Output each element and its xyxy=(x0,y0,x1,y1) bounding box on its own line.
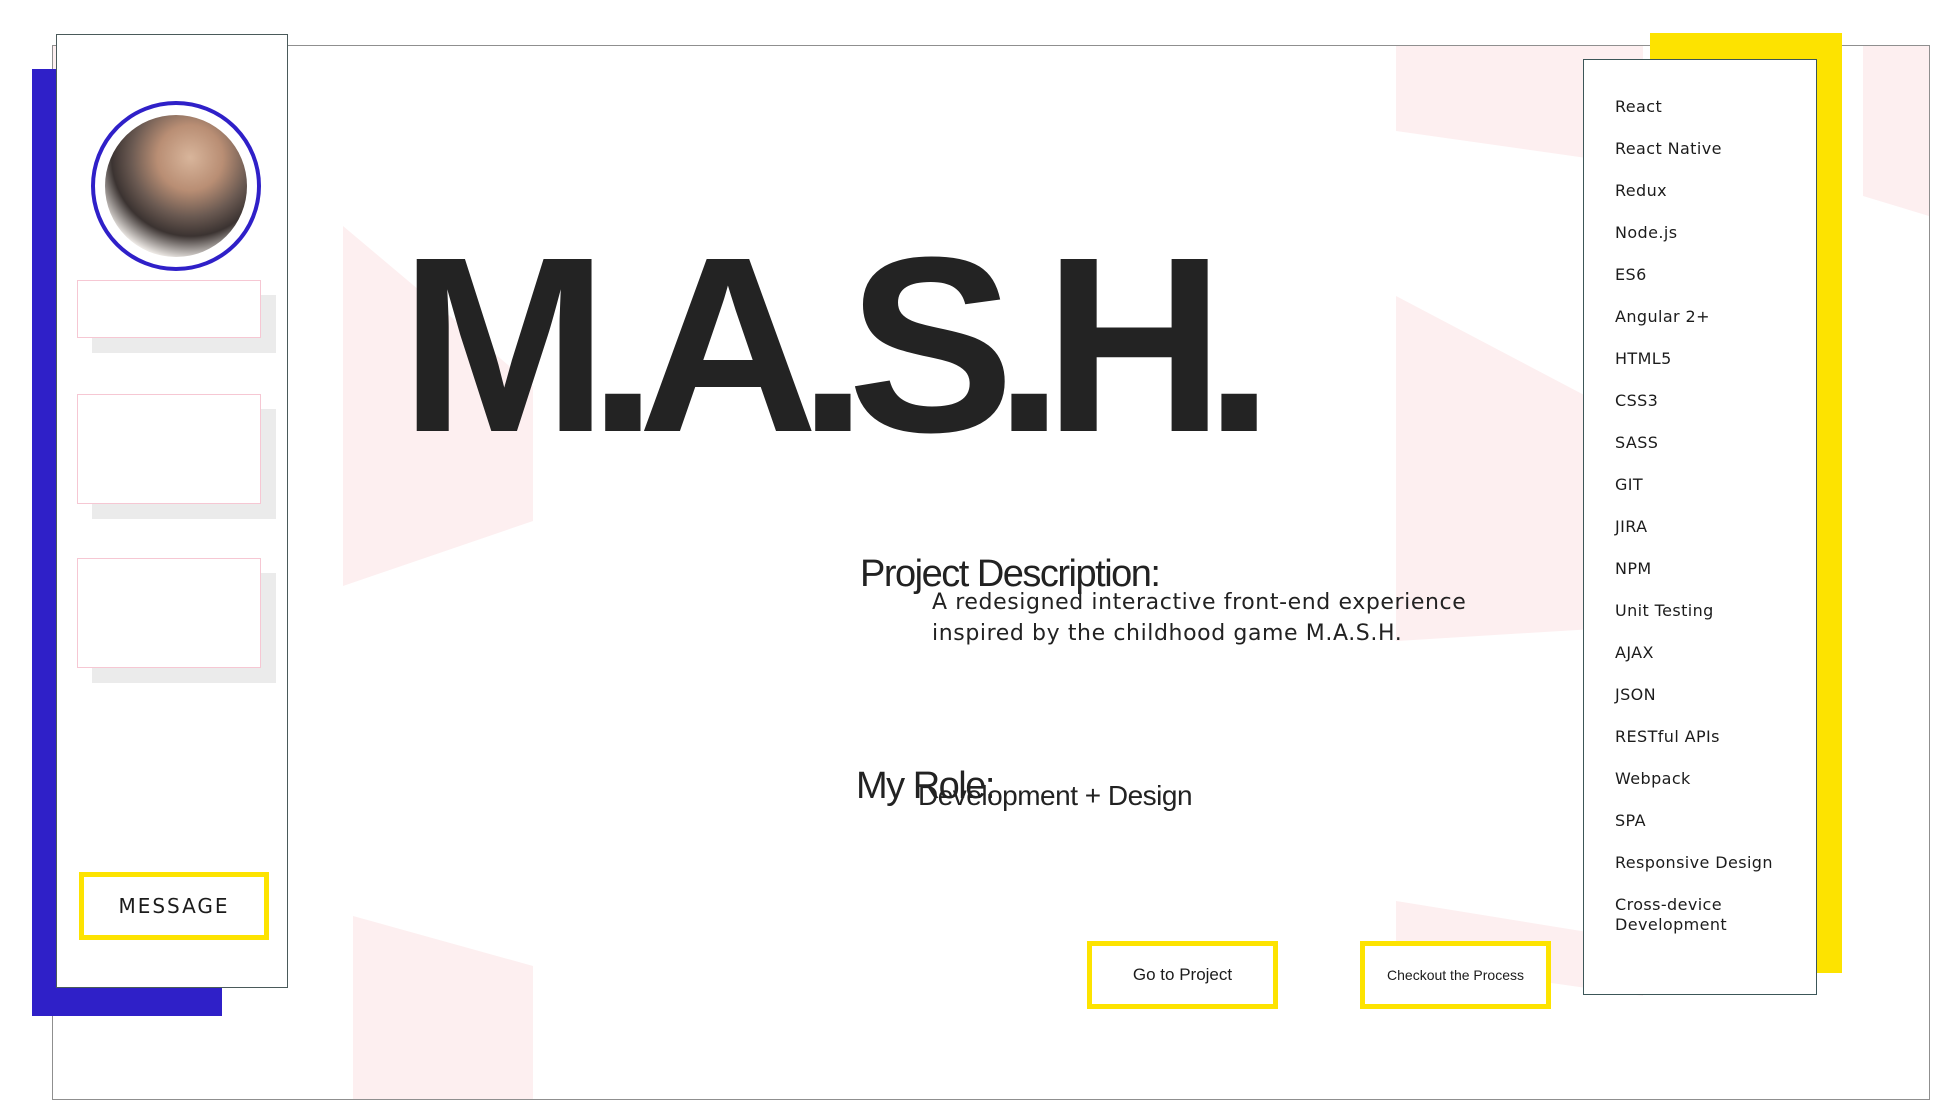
avatar[interactable] xyxy=(91,101,261,271)
message-button[interactable]: MESSAGE xyxy=(79,872,269,940)
skill-item: GIT xyxy=(1615,475,1644,494)
skills-list: React React Native Redux Node.js ES6 Ang… xyxy=(1615,97,1800,937)
skill-item: React xyxy=(1615,97,1663,116)
role-text: Development + Design xyxy=(918,780,1193,811)
skills-card: React React Native Redux Node.js ES6 Ang… xyxy=(1583,59,1817,995)
skill-item: Webpack xyxy=(1615,769,1691,788)
checkout-process-button[interactable]: Checkout the Process xyxy=(1360,941,1551,1009)
skill-item: Redux xyxy=(1615,181,1668,200)
skill-item: JIRA xyxy=(1615,517,1648,536)
profile-slot-1[interactable] xyxy=(77,280,261,338)
skill-item: CSS3 xyxy=(1615,391,1659,410)
skill-item: SPA xyxy=(1615,811,1646,830)
skill-item: React Native xyxy=(1615,139,1722,158)
skill-item: ES6 xyxy=(1615,265,1647,284)
profile-slot-3[interactable] xyxy=(77,558,261,668)
skill-item: Unit Testing xyxy=(1615,601,1714,620)
skill-item: JSON xyxy=(1615,685,1657,704)
project-title: M.A.S.H. xyxy=(400,205,1274,484)
go-to-project-button[interactable]: Go to Project xyxy=(1087,941,1278,1009)
skill-item: Responsive Design xyxy=(1615,853,1773,872)
skill-item: HTML5 xyxy=(1615,349,1672,368)
skill-item: Node.js xyxy=(1615,223,1678,242)
profile-photo-icon xyxy=(105,115,247,257)
project-description: A redesigned interactive front-end exper… xyxy=(932,590,1467,646)
skill-item: NPM xyxy=(1615,559,1652,578)
skill-item: Angular 2+ xyxy=(1615,307,1710,326)
skill-item: AJAX xyxy=(1615,643,1654,662)
skill-item: RESTful APIs xyxy=(1615,727,1720,746)
skill-item: Cross-device Development xyxy=(1615,895,1728,934)
skill-item: SASS xyxy=(1615,433,1659,452)
profile-slot-2[interactable] xyxy=(77,394,261,504)
profile-card: MESSAGE xyxy=(56,34,288,988)
